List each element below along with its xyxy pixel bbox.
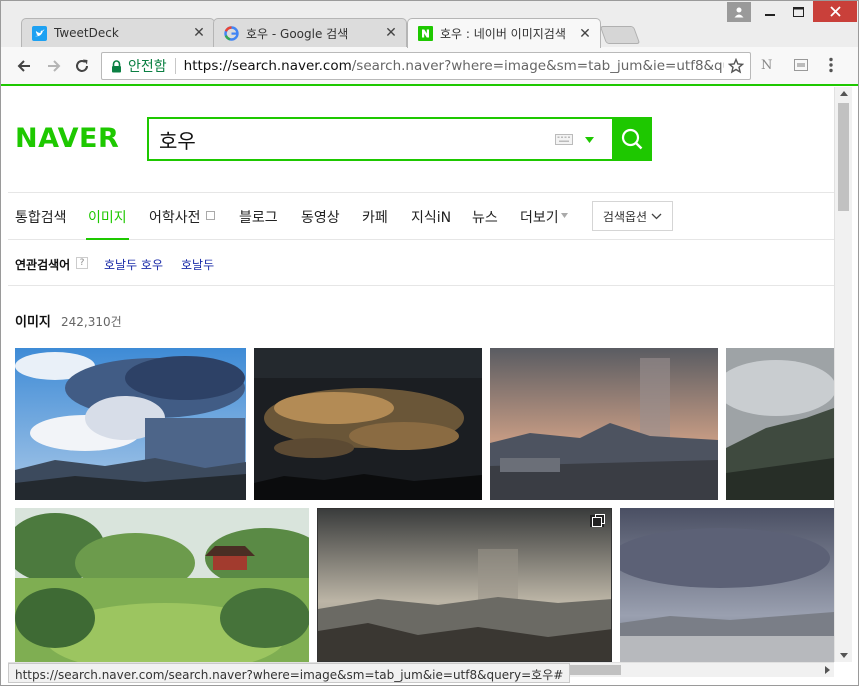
tab-title: TweetDeck (54, 26, 119, 40)
lock-icon (112, 60, 121, 73)
menu-icon[interactable] (829, 57, 833, 77)
google-icon (224, 25, 239, 41)
window-close-button[interactable] (813, 1, 857, 22)
minimize-icon (765, 14, 775, 16)
close-icon[interactable]: ✕ (192, 25, 206, 41)
close-icon[interactable]: ✕ (578, 26, 592, 42)
search-box (147, 117, 652, 161)
arrow-left-icon (17, 60, 30, 72)
image-result[interactable] (620, 508, 834, 662)
result-title: 이미지 (15, 315, 51, 330)
url-path: /search.naver?where=image&sm=tab_jum&ie=… (351, 58, 724, 74)
related-link[interactable]: 호날두 호우 (104, 256, 163, 273)
secure-label: 안전함 (128, 59, 167, 75)
tab-google[interactable]: 호우 - Google 검색 ✕ (213, 18, 407, 47)
image-result[interactable] (15, 348, 246, 500)
image-result[interactable] (254, 348, 482, 500)
search-input[interactable] (149, 127, 529, 151)
reload-button[interactable] (71, 55, 93, 77)
naver-logo[interactable]: NAVER (15, 123, 119, 154)
help-icon[interactable]: ? (76, 257, 88, 269)
status-bar-url: https://search.naver.com/search.naver?wh… (8, 663, 571, 683)
tab-naver[interactable]: 호우 : 네이버 이미지검색 ✕ (407, 18, 601, 48)
scroll-down-icon[interactable] (840, 653, 848, 658)
arrow-right-icon (48, 60, 61, 72)
tab-title: 호우 - Google 검색 (246, 26, 349, 41)
naver-page: NAVER 통합검색 이미지 어학사전 블로그 동영상 카페 지식iN 뉴스 더… (8, 87, 834, 662)
twitter-icon (32, 25, 47, 41)
extension-n-icon[interactable]: N (761, 58, 772, 73)
tab-tweetdeck[interactable]: TweetDeck ✕ (21, 18, 215, 47)
image-result[interactable] (490, 348, 718, 500)
address-bar[interactable]: 안전함 https://search.naver.com/search.nave… (101, 52, 751, 80)
back-button[interactable] (13, 55, 35, 77)
multi-image-icon (592, 514, 605, 527)
star-icon[interactable] (728, 58, 744, 74)
vertical-scrollbar[interactable] (834, 87, 852, 662)
search-category-tabs: 통합검색 이미지 어학사전 블로그 동영상 카페 지식iN 뉴스 더보기 검색옵… (8, 192, 834, 240)
close-icon (829, 6, 841, 17)
result-count: 242,310건 (61, 315, 122, 329)
related-label: 연관검색어 (15, 258, 71, 272)
search-options-label: 검색옵션 (602, 209, 648, 224)
scroll-right-icon[interactable] (825, 666, 830, 674)
tab-integrated[interactable]: 통합검색 (15, 207, 67, 227)
naver-icon (418, 26, 433, 41)
image-result[interactable] (15, 508, 309, 662)
search-icon (621, 128, 643, 150)
scroll-up-icon[interactable] (840, 91, 848, 96)
tab-dictionary[interactable]: 어학사전 (149, 207, 201, 227)
reload-icon (76, 59, 88, 72)
image-result[interactable] (726, 348, 834, 500)
profile-button[interactable] (727, 2, 751, 22)
image-result[interactable] (317, 508, 612, 662)
maximize-button[interactable] (785, 1, 811, 23)
tab-news[interactable]: 뉴스 (472, 207, 498, 227)
browser-toolbar: 안전함 https://search.naver.com/search.nave… (1, 47, 858, 86)
tab-title: 호우 : 네이버 이미지검색 (440, 27, 566, 41)
tab-kin[interactable]: 지식iN (411, 207, 451, 227)
tab-cafe[interactable]: 카페 (362, 207, 388, 227)
keyboard-icon[interactable] (555, 134, 573, 145)
extension-icon[interactable] (794, 59, 808, 75)
search-button[interactable] (612, 117, 652, 161)
caret-down-icon (561, 213, 568, 218)
tab-image[interactable]: 이미지 (86, 207, 129, 240)
maximize-icon (792, 7, 804, 17)
related-searches: 연관검색어 ? 호날두 호우 호날두 (8, 240, 834, 286)
external-icon (206, 211, 215, 220)
scrollbar-thumb[interactable] (838, 103, 849, 211)
user-icon (734, 7, 744, 18)
close-icon[interactable]: ✕ (384, 25, 398, 41)
divider (174, 58, 176, 74)
search-options-button[interactable]: 검색옵션 (592, 201, 673, 231)
tab-more[interactable]: 더보기 (520, 207, 559, 227)
related-link[interactable]: 호날두 (181, 256, 214, 273)
url-text[interactable]: https://search.naver.com/search.naver?wh… (184, 58, 724, 74)
minimize-button[interactable] (757, 1, 783, 23)
url-host: https://search.naver.com (183, 58, 352, 74)
caret-down-icon[interactable] (585, 137, 594, 143)
new-tab-button[interactable] (599, 26, 641, 44)
tab-strip: TweetDeck ✕ 호우 - Google 검색 ✕ 호우 : 네이버 이미… (1, 1, 858, 48)
forward-button[interactable] (43, 55, 65, 77)
tab-video[interactable]: 동영상 (301, 207, 340, 227)
chevron-down-icon (651, 213, 662, 219)
tab-blog[interactable]: 블로그 (239, 207, 278, 227)
result-header: 이미지 242,310건 (15, 311, 122, 330)
